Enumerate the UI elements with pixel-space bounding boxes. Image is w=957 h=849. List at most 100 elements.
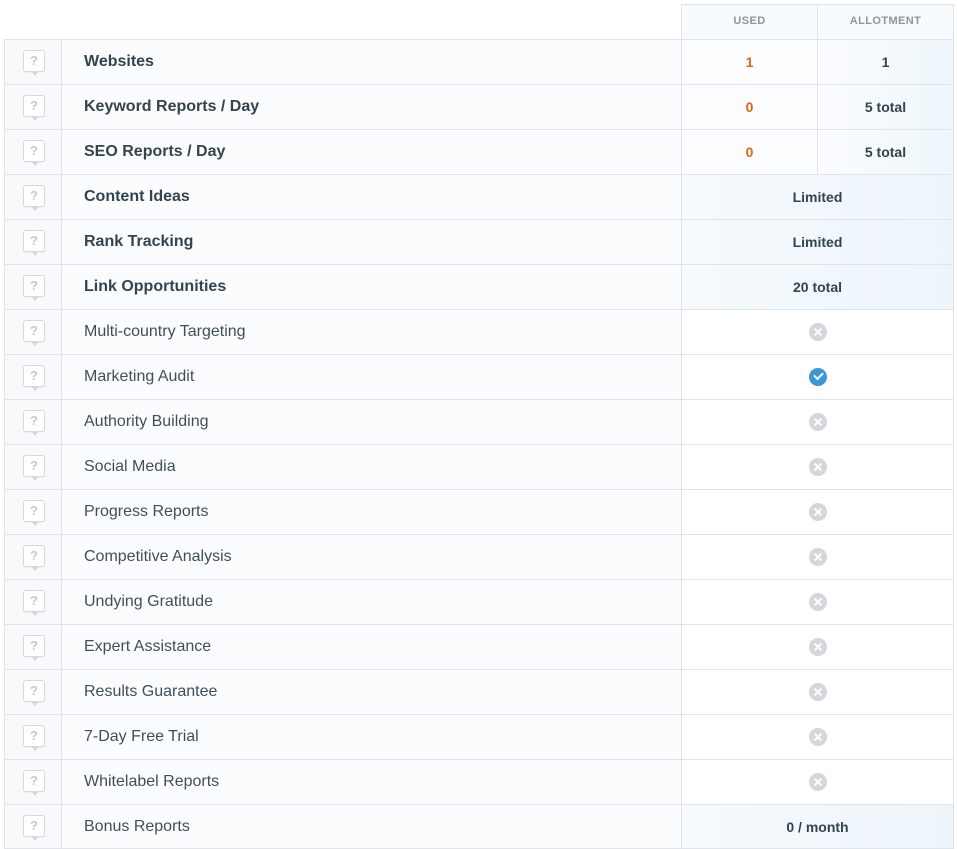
table-row: ? Rank Tracking Limited	[4, 219, 954, 264]
feature-label: Link Opportunities	[62, 265, 682, 309]
allotment-value: 1	[817, 40, 954, 84]
help-cell: ?	[4, 400, 62, 444]
help-icon[interactable]: ?	[23, 680, 45, 706]
status-cell	[681, 670, 954, 714]
help-cell: ?	[4, 760, 62, 804]
help-cell: ?	[4, 580, 62, 624]
help-cell: ?	[4, 130, 62, 174]
table-row: ? Expert Assistance	[4, 624, 954, 669]
table-row: ? Websites 1 1	[4, 39, 954, 84]
feature-label: Progress Reports	[62, 490, 682, 534]
plan-allotment-table: USED ALLOTMENT ? Websites 1 1? Keyword Repor…	[4, 4, 954, 849]
table-row: ? Competitive Analysis	[4, 534, 954, 579]
feature-label: Expert Assistance	[62, 625, 682, 669]
help-icon[interactable]: ?	[23, 725, 45, 751]
feature-label: Multi-country Targeting	[62, 310, 682, 354]
help-icon[interactable]: ?	[23, 95, 45, 121]
feature-label: Rank Tracking	[62, 220, 682, 264]
help-icon[interactable]: ?	[23, 185, 45, 211]
help-cell: ?	[4, 670, 62, 714]
help-cell: ?	[4, 265, 62, 309]
help-cell: ?	[4, 355, 62, 399]
help-cell: ?	[4, 445, 62, 489]
help-icon[interactable]: ?	[23, 500, 45, 526]
status-cell	[681, 490, 954, 534]
allotment-value: Limited	[681, 220, 954, 264]
help-cell: ?	[4, 805, 62, 848]
table-body: ? Websites 1 1? Keyword Reports / Day 0 5 tota…	[4, 39, 954, 849]
table-row: ? Marketing Audit	[4, 354, 954, 399]
allotment-value: 5 total	[817, 130, 954, 174]
help-icon[interactable]: ?	[23, 815, 45, 841]
cross-icon	[808, 727, 827, 746]
cross-icon	[808, 322, 827, 341]
cross-icon	[808, 412, 827, 431]
used-value: 0	[681, 85, 818, 129]
help-icon[interactable]: ?	[23, 635, 45, 661]
used-value: 0	[681, 130, 818, 174]
cross-icon	[808, 592, 827, 611]
used-value: 1	[681, 40, 818, 84]
help-icon[interactable]: ?	[23, 365, 45, 391]
table-header: USED ALLOTMENT	[4, 4, 954, 39]
feature-label: SEO Reports / Day	[62, 130, 682, 174]
table-row: ? Content Ideas Limited	[4, 174, 954, 219]
cross-icon	[808, 772, 827, 791]
check-icon	[808, 367, 827, 386]
feature-label: Keyword Reports / Day	[62, 85, 682, 129]
cross-icon	[808, 502, 827, 521]
cross-icon	[808, 457, 827, 476]
table-row: ? Whitelabel Reports	[4, 759, 954, 804]
table-row: ? Results Guarantee	[4, 669, 954, 714]
help-icon[interactable]: ?	[23, 140, 45, 166]
status-cell	[681, 400, 954, 444]
feature-label: Marketing Audit	[62, 355, 682, 399]
help-icon[interactable]: ?	[23, 230, 45, 256]
help-cell: ?	[4, 310, 62, 354]
help-cell: ?	[4, 535, 62, 579]
help-cell: ?	[4, 220, 62, 264]
table-row: ? Bonus Reports 0 / month	[4, 804, 954, 849]
allotment-column-header: ALLOTMENT	[817, 4, 954, 39]
status-cell	[681, 715, 954, 759]
status-cell	[681, 625, 954, 669]
allotment-value: 0 / month	[681, 805, 954, 848]
help-cell: ?	[4, 85, 62, 129]
help-cell: ?	[4, 40, 62, 84]
status-cell	[681, 535, 954, 579]
table-row: ? 7-Day Free Trial	[4, 714, 954, 759]
feature-label: Competitive Analysis	[62, 535, 682, 579]
feature-label: Undying Gratitude	[62, 580, 682, 624]
allotment-value: 20 total	[681, 265, 954, 309]
table-row: ? Link Opportunities 20 total	[4, 264, 954, 309]
status-cell	[681, 445, 954, 489]
allotment-value: 5 total	[817, 85, 954, 129]
status-cell	[681, 355, 954, 399]
table-row: ? Progress Reports	[4, 489, 954, 534]
cross-icon	[808, 682, 827, 701]
feature-label: Content Ideas	[62, 175, 682, 219]
help-icon[interactable]: ?	[23, 320, 45, 346]
help-icon[interactable]: ?	[23, 590, 45, 616]
help-icon[interactable]: ?	[23, 50, 45, 76]
table-row: ? SEO Reports / Day 0 5 total	[4, 129, 954, 174]
table-row: ? Social Media	[4, 444, 954, 489]
help-cell: ?	[4, 625, 62, 669]
table-row: ? Undying Gratitude	[4, 579, 954, 624]
status-cell	[681, 580, 954, 624]
help-icon[interactable]: ?	[23, 410, 45, 436]
table-row: ? Multi-country Targeting	[4, 309, 954, 354]
feature-label: Whitelabel Reports	[62, 760, 682, 804]
help-icon[interactable]: ?	[23, 770, 45, 796]
help-icon[interactable]: ?	[23, 545, 45, 571]
status-cell	[681, 760, 954, 804]
table-row: ? Keyword Reports / Day 0 5 total	[4, 84, 954, 129]
cross-icon	[808, 547, 827, 566]
status-cell	[681, 310, 954, 354]
help-icon[interactable]: ?	[23, 455, 45, 481]
feature-label: 7-Day Free Trial	[62, 715, 682, 759]
help-icon[interactable]: ?	[23, 275, 45, 301]
help-cell: ?	[4, 490, 62, 534]
help-cell: ?	[4, 175, 62, 219]
feature-label: Social Media	[62, 445, 682, 489]
